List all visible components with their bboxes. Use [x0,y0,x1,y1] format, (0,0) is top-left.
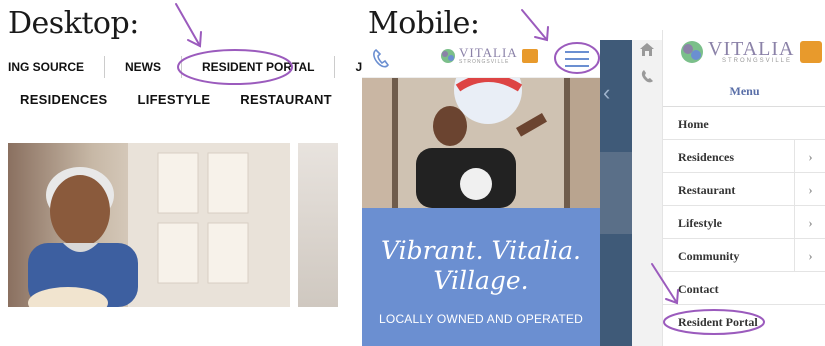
menu-title: Menu [729,84,760,98]
desktop-main-nav: RESIDENCES LIFESTYLE RESTAURANT [20,92,362,107]
mobile-header: VITALIA STRONGSVILLE [362,40,600,78]
mobile-menu-drawer: VITALIA STRONGSVILLE Menu Home Residence… [662,30,825,346]
phone-icon[interactable] [372,49,390,69]
desktop-side-photo [298,143,338,307]
menu-item-label: Contact [678,282,719,296]
logo-name: VITALIA [708,38,795,60]
phone-icon[interactable] [641,70,653,83]
menu-item-label: Resident Portal [678,315,758,329]
nav-item-lifestyle[interactable]: LIFESTYLE [138,92,211,107]
logo-name: VITALIA [459,45,518,60]
menu-item-contact[interactable]: Contact [663,272,825,305]
award-badge-icon [521,48,538,63]
chevron-right-icon[interactable]: › [794,173,825,206]
logo-subtitle: STRONGSVILLE [459,59,510,65]
desktop-heading: Desktop: [8,6,139,41]
carousel-photo-left [362,78,392,208]
nav-item-residences[interactable]: RESIDENCES [20,92,108,107]
carousel-prev-icon: ‹ [603,80,611,105]
chevron-right-icon[interactable]: › [794,206,825,239]
resident-photo-illustration [28,143,290,307]
vitalia-logo-icon [681,41,703,63]
nav-item-dining-source[interactable]: ING SOURCE [8,60,104,74]
menu-item-residences[interactable]: Residences › [663,140,825,173]
hero-title-line-2: Village. [433,266,529,295]
menu-item-label: Residences [678,150,734,164]
annotation-arrowhead [534,26,549,42]
resident-with-ball-illustration [398,78,564,208]
menu-item-home[interactable]: Home [663,107,825,140]
mobile-heading: Mobile: [368,6,480,41]
desktop-top-nav: ING SOURCE NEWS RESIDENT PORTAL JO [8,56,391,78]
menu-item-label: Restaurant [678,183,736,197]
hero-title-line-1: Vibrant. Vitalia. [381,236,581,265]
carousel-photo-right [570,78,600,208]
desktop-hero-photo [8,143,290,307]
award-badge-icon [800,41,823,63]
menu-item-resident-portal[interactable]: Resident Portal [663,305,825,338]
logo-subtitle: STRONGSVILLE [722,58,793,64]
drawer-icon-column [632,40,662,346]
hero-title: Vibrant. Vitalia. Village. [362,236,600,296]
dimmed-photo [600,152,632,234]
chevron-right-icon[interactable]: › [794,239,825,272]
vitalia-logo-icon [441,48,455,63]
home-icon[interactable] [640,43,654,56]
mobile-logo[interactable]: VITALIA STRONGSVILLE [440,46,538,65]
hero-tagline: LOCALLY OWNED AND OPERATED [379,312,583,326]
mobile-hero-banner: Vibrant. Vitalia. Village. LOCALLY OWNED… [362,208,600,346]
chevron-right-icon[interactable]: › [794,140,825,173]
hamburger-menu-icon[interactable] [565,50,589,68]
menu-item-label: Home [678,117,709,131]
menu-item-label: Lifestyle [678,216,722,230]
nav-item-resident-portal[interactable]: RESIDENT PORTAL [182,60,334,74]
annotation-arrowhead [187,31,202,48]
menu-item-community[interactable]: Community › [663,239,825,272]
annotation-arrow [175,3,201,47]
mobile-photo-carousel[interactable] [362,78,600,208]
drawer-logo[interactable]: VITALIA STRONGSVILLE [680,38,823,64]
menu-item-restaurant[interactable]: Restaurant › [663,173,825,206]
carousel-photo-main [398,78,564,208]
menu-item-lifestyle[interactable]: Lifestyle › [663,206,825,239]
annotation-arrow [521,9,548,41]
page-overlay[interactable]: ‹ [600,40,632,346]
nav-item-news[interactable]: NEWS [105,60,181,74]
nav-item-restaurant[interactable]: RESTAURANT [240,92,332,107]
menu-item-label: Community [678,249,740,263]
